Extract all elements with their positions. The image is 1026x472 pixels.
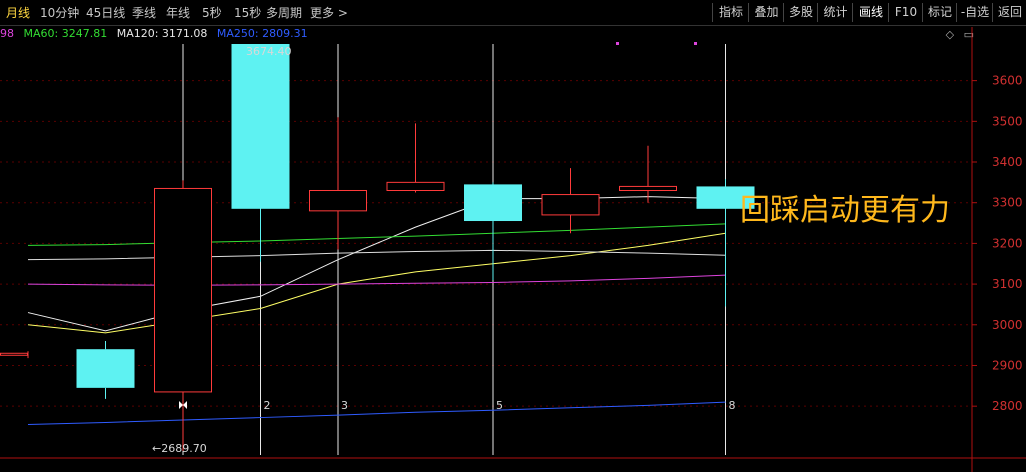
candle-body-up[interactable] [541, 194, 600, 216]
signal-dot [616, 42, 619, 45]
candle-body-up[interactable] [386, 181, 445, 191]
candle-body-up[interactable] [154, 187, 212, 393]
candle-body-up[interactable] [619, 185, 677, 191]
candlestick-chart[interactable]: 2800290030003100320033003400350036002 3 5 8… [0, 0, 1026, 472]
y-tick-label: 3100 [992, 277, 1023, 291]
y-tick-label: 3600 [992, 74, 1023, 88]
high-price-label: 3674.40 [246, 45, 292, 58]
bowtie-icon-left [179, 401, 183, 409]
y-tick-label: 2900 [992, 358, 1023, 372]
y-tick-label: 3000 [992, 318, 1023, 332]
y-tick-label: 3500 [992, 114, 1023, 128]
marker-label: 8 [729, 399, 736, 412]
y-tick-label: 2800 [992, 399, 1023, 413]
candle-body-up[interactable] [0, 352, 28, 356]
marker-label: 2 [264, 399, 271, 412]
low-price-label: ←2689.70 [152, 442, 207, 455]
bowtie-icon-right [183, 401, 187, 409]
chart-annotation: 回踩启动更有力 [740, 193, 950, 228]
ma-line-ma120 [27, 249, 726, 261]
ma-line-yellow [27, 232, 726, 334]
y-tick-label: 3200 [992, 236, 1023, 250]
y-tick-label: 3400 [992, 155, 1023, 169]
y-tick-label: 3300 [992, 196, 1023, 210]
candle-body-down[interactable] [464, 184, 522, 222]
signal-dot [694, 42, 697, 45]
candle-body-up[interactable] [309, 189, 367, 212]
marker-label: 3 [341, 399, 348, 412]
ma-line-green [27, 223, 726, 246]
candle-body-down[interactable] [231, 44, 290, 209]
ma-line-ma250 [27, 401, 726, 425]
ma-line-white [27, 196, 726, 332]
candle-body-down[interactable] [76, 349, 135, 388]
